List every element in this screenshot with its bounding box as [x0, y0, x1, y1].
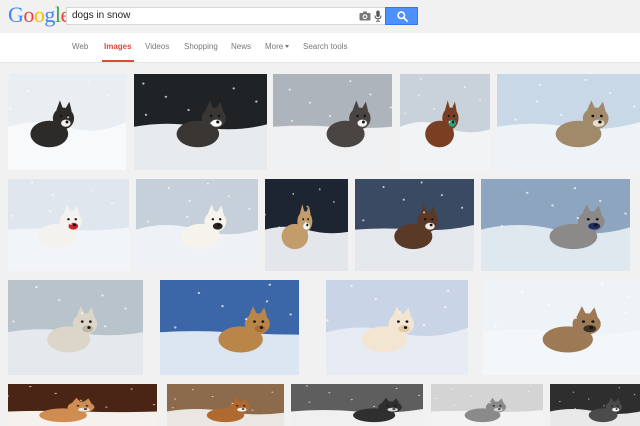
logo-letter: o	[33, 2, 45, 27]
image-result[interactable]	[497, 74, 640, 170]
image-result[interactable]	[431, 384, 543, 426]
image-thumbnail	[8, 74, 126, 170]
image-result[interactable]	[326, 280, 468, 375]
image-thumbnail	[483, 280, 640, 375]
tab-shopping[interactable]: Shopping	[184, 33, 218, 62]
logo-letter: g	[44, 2, 55, 27]
image-result[interactable]	[355, 179, 474, 271]
search-button[interactable]	[385, 7, 418, 25]
search-input[interactable]	[72, 8, 352, 24]
image-result[interactable]	[160, 280, 299, 375]
image-result[interactable]	[134, 74, 267, 170]
tab-videos-label: Videos	[145, 42, 170, 51]
image-thumbnail	[265, 179, 348, 271]
image-thumbnail	[134, 74, 267, 170]
logo-letter: G	[8, 2, 24, 27]
tab-news-label: News	[231, 42, 252, 51]
image-result[interactable]	[8, 74, 126, 170]
image-result[interactable]	[291, 384, 423, 426]
image-result[interactable]	[481, 179, 630, 271]
image-thumbnail	[8, 280, 143, 375]
image-thumbnail	[167, 384, 284, 426]
tab-search-tools-label: Search tools	[303, 42, 348, 51]
chevron-down-icon	[285, 45, 290, 48]
image-thumbnail	[326, 280, 468, 375]
image-result[interactable]	[8, 280, 143, 375]
image-thumbnail	[273, 74, 392, 170]
image-thumbnail	[431, 384, 543, 426]
tab-videos[interactable]: Videos	[145, 33, 169, 62]
google-logo[interactable]: Google	[8, 3, 70, 27]
search-box[interactable]	[66, 7, 386, 25]
search-icon	[397, 11, 408, 22]
image-result[interactable]	[273, 74, 392, 170]
image-thumbnail	[355, 179, 474, 271]
image-result[interactable]	[400, 74, 490, 170]
image-result[interactable]	[8, 179, 129, 271]
image-result[interactable]	[550, 384, 640, 426]
tab-more[interactable]: More	[265, 33, 290, 62]
image-thumbnail	[550, 384, 640, 426]
tab-search-tools[interactable]: Search tools	[303, 33, 347, 62]
tab-web-label: Web	[72, 42, 89, 51]
tab-shopping-label: Shopping	[184, 42, 218, 51]
image-result[interactable]	[265, 179, 348, 271]
search-tabs-bar: Web Images Videos Shopping News More Sea…	[0, 33, 640, 63]
image-thumbnail	[481, 179, 630, 271]
image-thumbnail	[291, 384, 423, 426]
image-results-grid	[0, 63, 640, 426]
image-thumbnail	[8, 179, 129, 271]
image-thumbnail	[136, 179, 258, 271]
tab-news[interactable]: News	[231, 33, 251, 62]
image-thumbnail	[160, 280, 299, 375]
tab-images[interactable]: Images	[102, 33, 134, 62]
logo-letter: o	[23, 2, 34, 27]
image-thumbnail	[8, 384, 157, 426]
image-thumbnail	[400, 74, 490, 170]
tab-more-label: More	[265, 42, 284, 51]
mic-icon[interactable]	[374, 10, 382, 22]
image-thumbnail	[497, 74, 640, 170]
camera-icon[interactable]	[359, 11, 371, 21]
image-result[interactable]	[483, 280, 640, 375]
top-bar: Google	[0, 0, 640, 33]
image-result[interactable]	[8, 384, 157, 426]
tab-web[interactable]: Web	[72, 33, 88, 62]
tab-images-label: Images	[104, 42, 132, 51]
image-result[interactable]	[167, 384, 284, 426]
image-result[interactable]	[136, 179, 258, 271]
